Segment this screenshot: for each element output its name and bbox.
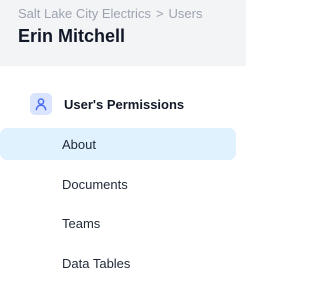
nav-item-documents[interactable]: Documents bbox=[0, 168, 236, 200]
nav-item-teams[interactable]: Teams bbox=[0, 207, 236, 239]
nav-item-label: Teams bbox=[62, 215, 101, 231]
user-icon bbox=[30, 93, 52, 115]
page-title: Erin Mitchell bbox=[18, 26, 126, 46]
nav-item-label: About bbox=[62, 136, 96, 152]
page-header: Salt Lake City Electrics > Users Erin Mitc… bbox=[0, 0, 246, 66]
breadcrumb-separator: > bbox=[155, 6, 164, 21]
nav-item-label: Documents bbox=[62, 176, 128, 192]
nav-item-data-tables[interactable]: Data Tables bbox=[0, 247, 236, 279]
permissions-section-header: User's Permissions bbox=[30, 92, 184, 116]
section-label: User's Permissions bbox=[64, 96, 185, 112]
nav-item-about[interactable]: About bbox=[0, 128, 236, 160]
breadcrumb: Salt Lake City Electrics > Users bbox=[18, 6, 202, 21]
breadcrumb-parent-link[interactable]: Salt Lake City Electrics bbox=[18, 6, 151, 21]
breadcrumb-current[interactable]: Users bbox=[169, 6, 203, 21]
nav-item-label: Data Tables bbox=[62, 255, 131, 271]
